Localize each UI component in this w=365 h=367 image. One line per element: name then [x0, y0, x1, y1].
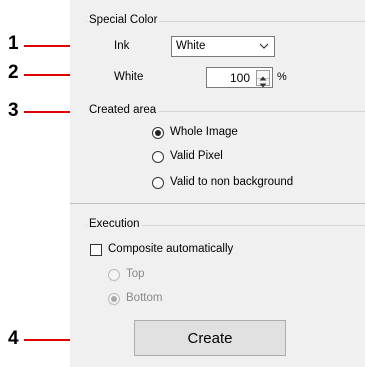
callout-number-4: 4	[8, 328, 19, 349]
radio-valid-to-non-background[interactable]	[152, 177, 164, 189]
radio-valid-pixel-label[interactable]: Valid Pixel	[170, 150, 223, 162]
radio-selected-dot	[111, 296, 117, 302]
callout-number-2: 2	[8, 62, 19, 83]
execution-legend: Execution	[87, 218, 142, 230]
triangle-down-icon	[259, 83, 267, 88]
white-label: White	[114, 71, 144, 83]
radio-bottom[interactable]	[108, 293, 120, 305]
radio-valid-pixel[interactable]	[152, 151, 164, 163]
special-color-legend: Special Color	[87, 14, 160, 26]
callout-number-3: 3	[8, 100, 19, 121]
white-unit-label: %	[277, 71, 287, 83]
radio-top-label[interactable]: Top	[126, 268, 145, 280]
ink-select[interactable]: White	[171, 36, 275, 57]
white-value: 100	[229, 71, 250, 85]
callout-number-1: 1	[8, 33, 19, 54]
ink-label: Ink	[114, 40, 130, 52]
section-divider	[70, 203, 365, 204]
create-button-label: Create	[187, 330, 233, 347]
ink-select-value: White	[176, 40, 206, 52]
white-value-stepper[interactable]: 100	[206, 67, 273, 88]
stepper-buttons	[256, 70, 270, 88]
composite-automatically-checkbox[interactable]	[90, 244, 102, 256]
stepper-down-button[interactable]	[257, 78, 269, 88]
radio-top[interactable]	[108, 269, 120, 281]
settings-panel: Special Color Ink White White 100 % Crea…	[70, 0, 365, 367]
create-button[interactable]: Create	[134, 320, 286, 356]
radio-selected-dot	[155, 130, 161, 136]
chevron-down-icon	[259, 43, 269, 49]
composite-automatically-label[interactable]: Composite automatically	[108, 243, 233, 255]
radio-whole-image[interactable]	[152, 127, 164, 139]
radio-whole-image-label[interactable]: Whole Image	[170, 126, 238, 138]
radio-bottom-label[interactable]: Bottom	[126, 292, 162, 304]
created-area-legend: Created area	[87, 104, 159, 116]
radio-valid-to-non-background-label[interactable]: Valid to non background	[170, 176, 293, 188]
